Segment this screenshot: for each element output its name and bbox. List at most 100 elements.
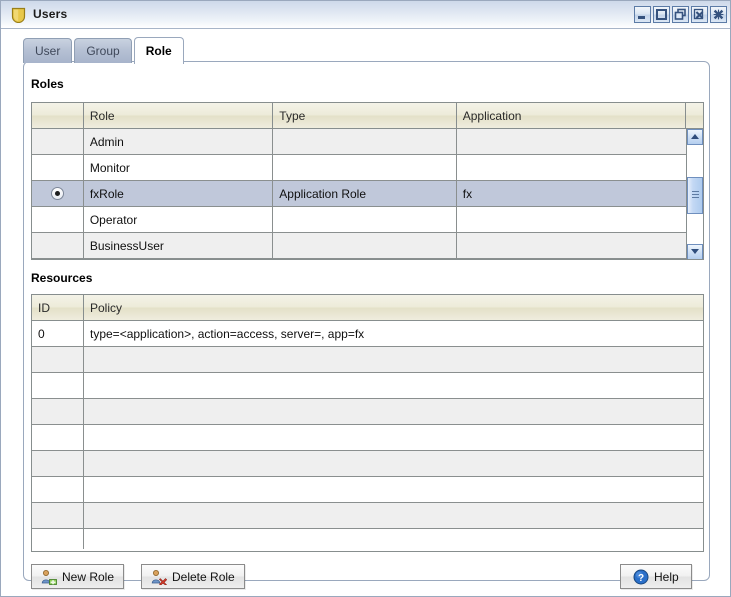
- scroll-up-button[interactable]: [687, 129, 703, 145]
- maximize-button[interactable]: [653, 6, 670, 23]
- minimize-button[interactable]: [634, 6, 651, 23]
- row-select-cell[interactable]: [32, 155, 84, 180]
- row-id-cell: [32, 425, 84, 450]
- row-application-cell: [457, 233, 703, 258]
- tab-user-label: User: [35, 44, 61, 58]
- resources-section-label: Resources: [31, 271, 93, 285]
- row-role-cell: Operator: [84, 207, 274, 232]
- row-role-cell: BusinessUser: [84, 233, 274, 258]
- tab-group[interactable]: Group: [74, 38, 132, 63]
- row-policy-cell: [84, 477, 703, 502]
- row-policy-cell: [84, 373, 703, 398]
- row-role-cell: Monitor: [84, 155, 274, 180]
- resources-table: ID Policy 0 type=<application>, action=a…: [31, 294, 704, 552]
- row-id-cell: [32, 347, 84, 372]
- row-application-cell: [457, 155, 703, 180]
- row-select-cell[interactable]: [32, 181, 84, 206]
- table-row[interactable]: [32, 529, 703, 549]
- table-row[interactable]: BusinessUser: [32, 233, 703, 259]
- tab-role-label: Role: [145, 44, 172, 58]
- row-role-cell: fxRole: [84, 181, 274, 206]
- scroll-down-button[interactable]: [687, 244, 703, 259]
- row-type-cell: [273, 233, 457, 258]
- shield-icon: [11, 7, 26, 24]
- close-view-button[interactable]: [691, 6, 708, 23]
- row-select-cell[interactable]: [32, 207, 84, 232]
- row-policy-cell: [84, 347, 703, 372]
- table-row[interactable]: [32, 373, 703, 399]
- resources-header-id[interactable]: ID: [32, 295, 84, 320]
- resources-header-policy[interactable]: Policy: [84, 295, 703, 320]
- table-row[interactable]: [32, 477, 703, 503]
- roles-table-header: Role Type Application: [32, 103, 703, 129]
- role-radio-selected[interactable]: [50, 187, 64, 200]
- close-window-button[interactable]: [710, 6, 727, 23]
- table-row[interactable]: [32, 399, 703, 425]
- table-row-partial[interactable]: [32, 259, 703, 260]
- table-row[interactable]: [32, 451, 703, 477]
- tab-role[interactable]: Role: [133, 37, 184, 64]
- tab-user[interactable]: User: [23, 38, 73, 63]
- table-row[interactable]: [32, 503, 703, 529]
- row-role-cell: [84, 259, 273, 260]
- row-policy-cell: [84, 451, 703, 476]
- scrollbar-grip-icon: [692, 191, 699, 199]
- roles-vertical-scrollbar[interactable]: [686, 129, 703, 259]
- row-policy-cell: [84, 399, 703, 424]
- row-id-cell: [32, 477, 84, 502]
- roles-header-filler: [686, 103, 703, 128]
- row-select-cell: [32, 259, 84, 260]
- row-role-cell: Admin: [84, 129, 274, 154]
- row-id-cell: [32, 451, 84, 476]
- help-button[interactable]: ? Help: [620, 564, 692, 589]
- restore-button[interactable]: [672, 6, 689, 23]
- roles-header-role[interactable]: Role: [84, 103, 274, 128]
- roles-table-body: Admin Monitor fxRole Application Role fx…: [32, 129, 703, 260]
- table-row-selected[interactable]: fxRole Application Role fx: [32, 181, 703, 207]
- row-policy-cell: [84, 425, 703, 450]
- roles-header-select[interactable]: [32, 103, 84, 128]
- table-row[interactable]: [32, 425, 703, 451]
- row-id-cell: [32, 529, 84, 549]
- roles-header-application[interactable]: Application: [457, 103, 687, 128]
- table-row[interactable]: Admin: [32, 129, 703, 155]
- roles-section-label: Roles: [31, 77, 64, 91]
- user-add-icon: [41, 569, 57, 585]
- row-application-cell: fx: [462, 186, 473, 201]
- row-type-cell: [273, 155, 457, 180]
- user-delete-icon: [151, 569, 167, 585]
- row-id-cell: [32, 399, 84, 424]
- window-controls: [634, 6, 727, 23]
- row-select-cell[interactable]: [32, 233, 84, 258]
- row-policy-cell: type=<application>, action=access, serve…: [90, 326, 365, 341]
- row-id-cell: 0: [32, 321, 84, 346]
- scrollbar-track[interactable]: [687, 145, 703, 244]
- resources-table-header: ID Policy: [32, 295, 703, 321]
- help-label: Help: [654, 569, 679, 584]
- window-titlebar: Users: [1, 1, 730, 29]
- row-policy-cell: [84, 503, 703, 528]
- scrollbar-thumb[interactable]: [687, 176, 703, 215]
- delete-role-label: Delete Role: [172, 569, 235, 584]
- row-select-cell[interactable]: [32, 129, 84, 154]
- delete-role-button[interactable]: Delete Role: [141, 564, 245, 589]
- new-role-button[interactable]: New Role: [31, 564, 125, 589]
- new-role-label: New Role: [62, 569, 115, 584]
- table-row[interactable]: [32, 347, 703, 373]
- row-application-cell: [457, 129, 703, 154]
- row-application-cell: [457, 259, 703, 260]
- row-type-cell: Application Role: [273, 181, 457, 206]
- row-policy-cell: [84, 529, 703, 549]
- row-id-cell: [32, 373, 84, 398]
- row-application-cell: [457, 207, 703, 232]
- resources-table-body: 0 type=<application>, action=access, ser…: [32, 321, 703, 549]
- roles-header-type[interactable]: Type: [273, 103, 457, 128]
- row-type-cell: [273, 129, 457, 154]
- table-row[interactable]: 0 type=<application>, action=access, ser…: [32, 321, 703, 347]
- svg-text:?: ?: [638, 573, 644, 584]
- roles-table: Role Type Application Admin Monitor fxRo…: [31, 102, 704, 260]
- table-row[interactable]: Monitor: [32, 155, 703, 181]
- tab-strip: User Group Role: [23, 35, 186, 64]
- table-row[interactable]: Operator: [32, 207, 703, 233]
- role-tab-panel: Roles Role Type Application Admin Monito…: [23, 61, 710, 589]
